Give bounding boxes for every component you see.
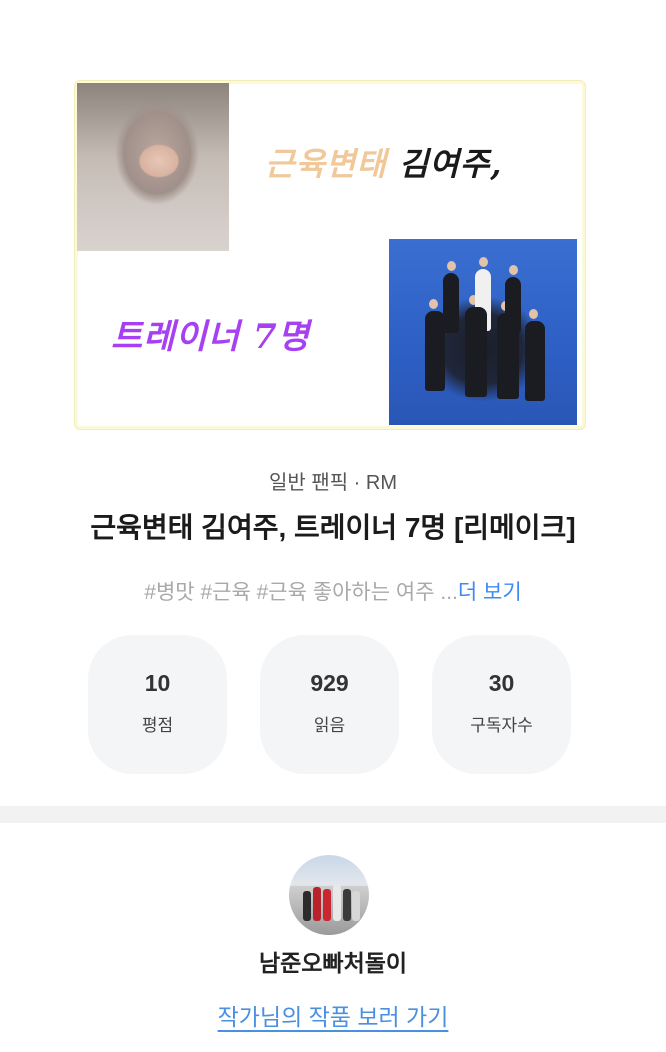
work-detail-page: 근육변태 김여주, 트레이너 7명 일반 팬픽 · RM 근육변태 김여주, 트… <box>0 0 666 1052</box>
stats-row: 10 평점 929 읽음 30 구독자수 <box>88 635 571 774</box>
author-works-link[interactable]: 작가님의 작품 보러 가기 <box>0 998 666 1032</box>
stat-value: 10 <box>144 669 171 696</box>
work-title: 근육변태 김여주, 트레이너 7명 [리메이크] <box>90 512 576 543</box>
avatar-figure <box>352 891 360 921</box>
stat-label: 읽음 <box>313 715 346 735</box>
figure-body <box>497 313 519 399</box>
stat-reads: 929 읽음 <box>260 635 399 774</box>
cover-text-line2: 트레이너 7명 <box>111 317 310 357</box>
cover-photo-group <box>389 239 577 425</box>
avatar-figure <box>313 887 321 921</box>
stat-label: 구독자수 <box>470 715 533 735</box>
author-avatar[interactable] <box>289 855 369 935</box>
stat-subscribers: 30 구독자수 <box>432 635 571 774</box>
section-divider <box>0 806 666 823</box>
avatar-figure <box>333 885 341 921</box>
avatar-figure <box>343 889 351 921</box>
figure-face <box>509 265 518 275</box>
cover-photo-girl <box>77 83 229 251</box>
figure-body <box>465 307 487 397</box>
stat-value: 30 <box>488 669 515 696</box>
cover-text-light: 근육변태 <box>265 145 387 183</box>
work-tags: #병맛 #근육 #근육 좋아하는 여주 ...더 보기 <box>0 576 666 606</box>
stat-rating: 10 평점 <box>88 635 227 774</box>
figure-face <box>429 299 438 309</box>
author-name: 남준오빠처돌이 <box>258 950 408 976</box>
work-category: 일반 팬픽 · RM <box>268 472 398 494</box>
figure-face <box>447 261 456 271</box>
more-button[interactable]: 더 보기 <box>458 581 522 604</box>
figure-body <box>425 311 445 391</box>
avatar-figure <box>323 889 331 921</box>
tag-list: #병맛 #근육 #근육 좋아하는 여주 ... <box>144 581 458 604</box>
figure-body <box>525 321 545 401</box>
cover-image: 근육변태 김여주, 트레이너 7명 <box>74 80 586 430</box>
stat-label: 평점 <box>141 715 174 735</box>
cover-text-line1: 근육변태 김여주, <box>265 139 502 185</box>
stat-value: 929 <box>310 669 349 696</box>
avatar-figure <box>303 891 311 921</box>
figure-face <box>479 257 488 267</box>
cover-text-dark: 김여주, <box>398 145 503 183</box>
figure-face <box>529 309 538 319</box>
figure-body <box>443 273 459 333</box>
